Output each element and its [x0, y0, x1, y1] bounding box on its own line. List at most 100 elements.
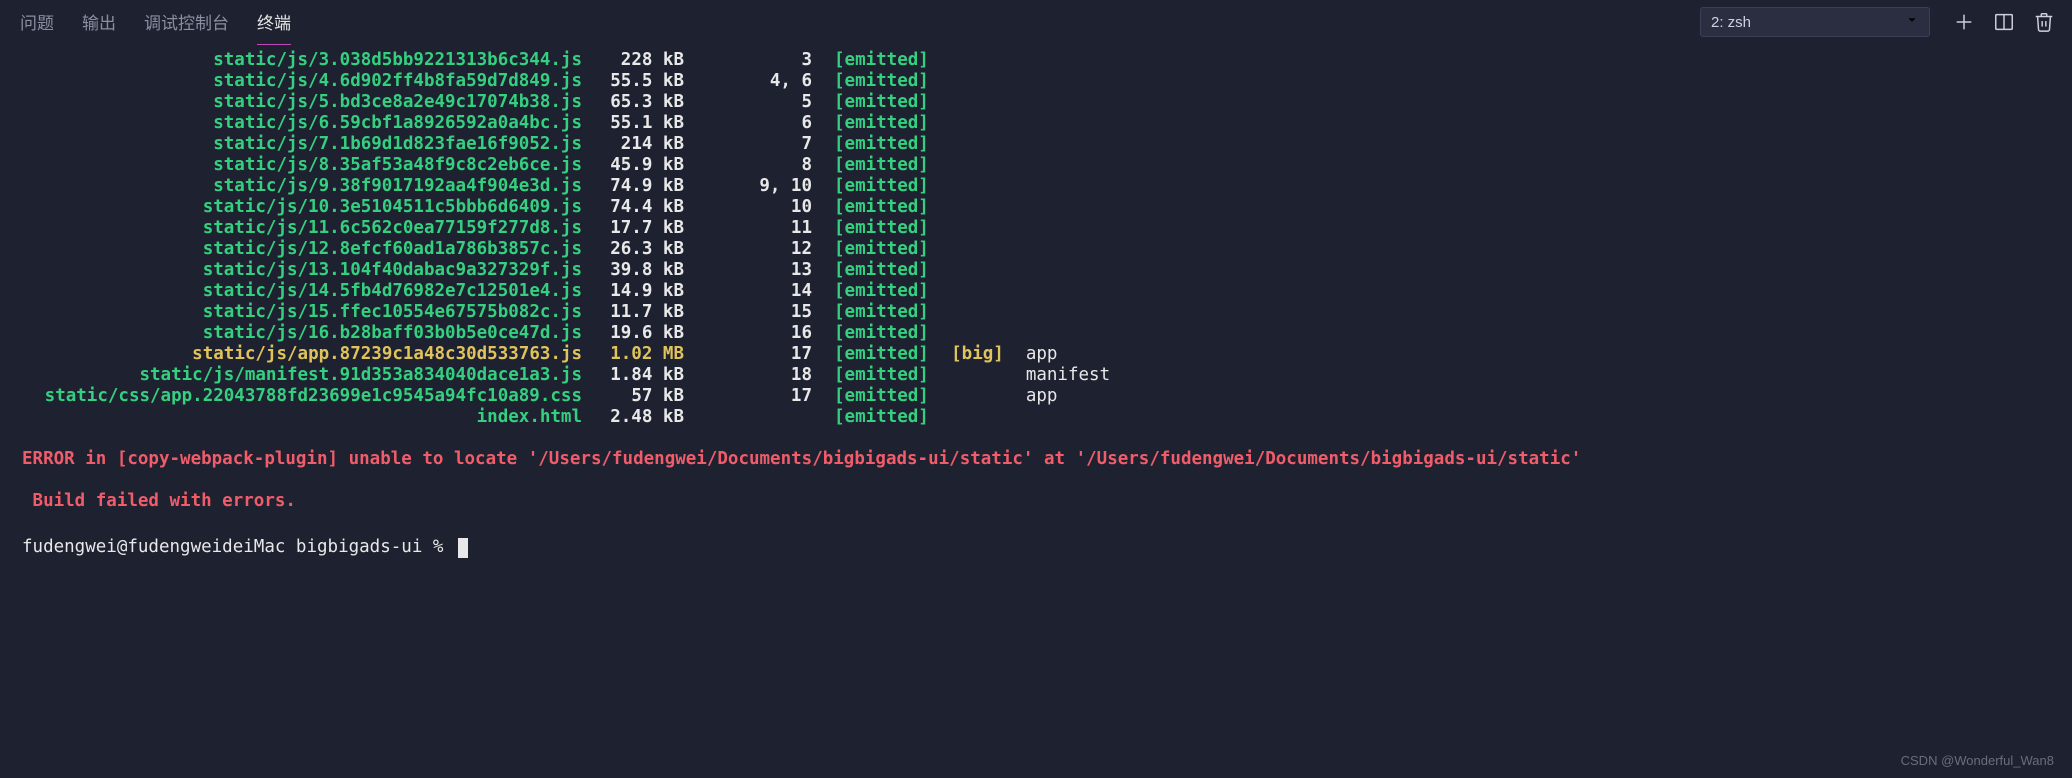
- asset-row: static/js/manifest.91d353a834040dace1a3.…: [22, 365, 2050, 386]
- asset-chunks: 9, 10: [684, 176, 812, 197]
- asset-chunks: 15: [684, 302, 812, 323]
- asset-big-flag: [929, 365, 1004, 386]
- asset-chunks: 10: [684, 197, 812, 218]
- asset-flags: [emitted]: [834, 281, 929, 302]
- asset-file: static/js/12.8efcf60ad1a786b3857c.js: [22, 239, 582, 260]
- terminal-output[interactable]: static/js/3.038d5bb9221313b6c344.js228 k…: [0, 44, 2072, 558]
- asset-flags: [emitted]: [834, 386, 929, 407]
- asset-file: static/js/11.6c562c0ea77159f277d8.js: [22, 218, 582, 239]
- tab-problems[interactable]: 问题: [20, 0, 54, 45]
- chevron-down-icon: [1905, 13, 1919, 31]
- asset-row: static/js/8.35af53a48f9c8c2eb6ce.js45.9 …: [22, 155, 2050, 176]
- asset-size: 14.9 kB: [582, 281, 684, 302]
- asset-size: 74.9 kB: [582, 176, 684, 197]
- asset-size: 55.1 kB: [582, 113, 684, 134]
- asset-big-flag: [929, 386, 1004, 407]
- asset-row: static/js/5.bd3ce8a2e49c17074b38.js65.3 …: [22, 92, 2050, 113]
- asset-row: static/js/9.38f9017192aa4f904e3d.js74.9 …: [22, 176, 2050, 197]
- kill-terminal-button[interactable]: [2030, 8, 2058, 36]
- asset-chunk-name: manifest: [1026, 365, 1110, 386]
- asset-row: static/js/14.5fb4d76982e7c12501e4.js14.9…: [22, 281, 2050, 302]
- error-line: ERROR in [copy-webpack-plugin] unable to…: [22, 449, 2050, 470]
- asset-size: 45.9 kB: [582, 155, 684, 176]
- asset-row: static/js/12.8efcf60ad1a786b3857c.js26.3…: [22, 239, 2050, 260]
- asset-file: static/js/5.bd3ce8a2e49c17074b38.js: [22, 92, 582, 113]
- asset-chunks: 17: [684, 386, 812, 407]
- asset-size: 228 kB: [582, 50, 684, 71]
- asset-chunks: 12: [684, 239, 812, 260]
- asset-flags: [emitted]: [834, 71, 929, 92]
- asset-row: static/css/app.22043788fd23699e1c9545a94…: [22, 386, 2050, 407]
- asset-flags: [emitted]: [834, 155, 929, 176]
- asset-file: static/js/9.38f9017192aa4f904e3d.js: [22, 176, 582, 197]
- asset-chunks: 11: [684, 218, 812, 239]
- asset-row: static/js/16.b28baff03b0b5e0ce47d.js19.6…: [22, 323, 2050, 344]
- asset-row: static/js/app.87239c1a48c30d533763.js1.0…: [22, 344, 2050, 365]
- asset-file: static/css/app.22043788fd23699e1c9545a94…: [22, 386, 582, 407]
- asset-chunks: 16: [684, 323, 812, 344]
- asset-flags: [emitted]: [834, 302, 929, 323]
- asset-flags: [emitted]: [834, 134, 929, 155]
- asset-row: static/js/11.6c562c0ea77159f277d8.js17.7…: [22, 218, 2050, 239]
- asset-chunks: 14: [684, 281, 812, 302]
- shell-prompt: fudengwei@fudengweideiMac bigbigads-ui %: [22, 537, 454, 558]
- shell-selector-label: 2: zsh: [1711, 14, 1751, 31]
- asset-flags: [emitted]: [834, 92, 929, 113]
- asset-row: static/js/13.104f40dabac9a327329f.js39.8…: [22, 260, 2050, 281]
- asset-size: 17.7 kB: [582, 218, 684, 239]
- asset-size: 19.6 kB: [582, 323, 684, 344]
- tab-output[interactable]: 输出: [82, 0, 116, 45]
- asset-flags: [emitted]: [834, 407, 929, 428]
- tab-debug-console[interactable]: 调试控制台: [144, 0, 229, 45]
- asset-row: static/js/7.1b69d1d823fae16f9052.js214 k…: [22, 134, 2050, 155]
- split-terminal-button[interactable]: [1990, 8, 2018, 36]
- asset-big-flag: [big]: [929, 344, 1004, 365]
- terminal-shell-selector[interactable]: 2: zsh: [1700, 7, 1930, 37]
- asset-chunk-name: app: [1026, 344, 1058, 365]
- panel-tab-bar: 问题 输出 调试控制台 终端 2: zsh: [0, 0, 2072, 44]
- asset-chunk-name: app: [1026, 386, 1058, 407]
- asset-row: static/js/4.6d902ff4b8fa59d7d849.js55.5 …: [22, 71, 2050, 92]
- asset-chunks: 8: [684, 155, 812, 176]
- asset-row: index.html2.48 kB[emitted]: [22, 407, 2050, 428]
- cursor-icon: [458, 538, 468, 558]
- asset-chunks: [684, 407, 812, 428]
- asset-chunks: 4, 6: [684, 71, 812, 92]
- tab-terminal[interactable]: 终端: [257, 0, 291, 45]
- shell-prompt-line[interactable]: fudengwei@fudengweideiMac bigbigads-ui %: [22, 537, 2050, 558]
- asset-flags: [emitted]: [834, 239, 929, 260]
- asset-flags: [emitted]: [834, 176, 929, 197]
- asset-size: 26.3 kB: [582, 239, 684, 260]
- asset-file: static/js/7.1b69d1d823fae16f9052.js: [22, 134, 582, 155]
- asset-file: static/js/3.038d5bb9221313b6c344.js: [22, 50, 582, 71]
- asset-size: 74.4 kB: [582, 197, 684, 218]
- asset-size: 214 kB: [582, 134, 684, 155]
- asset-row: static/js/10.3e5104511c5bbb6d6409.js74.4…: [22, 197, 2050, 218]
- asset-chunks: 5: [684, 92, 812, 113]
- asset-file: static/js/13.104f40dabac9a327329f.js: [22, 260, 582, 281]
- asset-size: 55.5 kB: [582, 71, 684, 92]
- asset-flags: [emitted]: [834, 218, 929, 239]
- asset-file: index.html: [22, 407, 582, 428]
- asset-size: 57 kB: [582, 386, 684, 407]
- asset-row: static/js/6.59cbf1a8926592a0a4bc.js55.1 …: [22, 113, 2050, 134]
- asset-flags: [emitted]: [834, 197, 929, 218]
- asset-chunks: 13: [684, 260, 812, 281]
- asset-row: static/js/3.038d5bb9221313b6c344.js228 k…: [22, 50, 2050, 71]
- asset-flags: [emitted]: [834, 260, 929, 281]
- asset-flags: [emitted]: [834, 323, 929, 344]
- asset-flags: [emitted]: [834, 50, 929, 71]
- asset-size: 1.02 MB: [582, 344, 684, 365]
- asset-size: 65.3 kB: [582, 92, 684, 113]
- asset-flags: [emitted]: [834, 365, 929, 386]
- new-terminal-button[interactable]: [1950, 8, 1978, 36]
- asset-size: 1.84 kB: [582, 365, 684, 386]
- watermark: CSDN @Wonderful_Wan8: [1901, 753, 2054, 768]
- asset-size: 11.7 kB: [582, 302, 684, 323]
- asset-file: static/js/manifest.91d353a834040dace1a3.…: [22, 365, 582, 386]
- asset-chunks: 3: [684, 50, 812, 71]
- asset-row: static/js/15.ffec10554e67575b082c.js11.7…: [22, 302, 2050, 323]
- asset-chunks: 7: [684, 134, 812, 155]
- build-failed-line: Build failed with errors.: [22, 491, 2050, 512]
- asset-file: static/js/15.ffec10554e67575b082c.js: [22, 302, 582, 323]
